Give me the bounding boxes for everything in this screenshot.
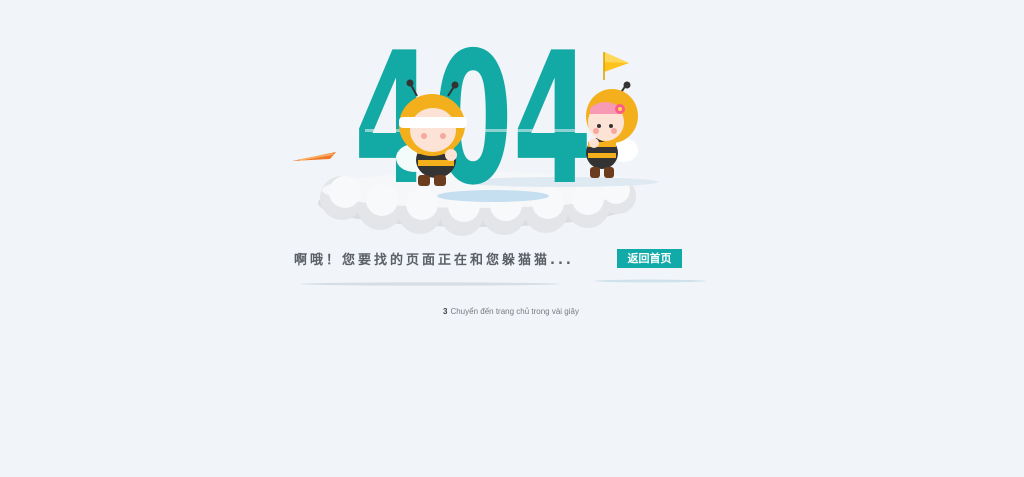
error-404-illustration: 404: [292, 13, 706, 286]
orange-streak-icon: [292, 152, 336, 161]
back-home-button[interactable]: 返回首页: [617, 249, 682, 268]
redirect-text: Chuyển đến trang chủ trong vài giây: [450, 307, 579, 316]
error-code-digits: 404: [354, 13, 597, 225]
error-message-row: 啊哦！您要找的页面正在和您躲猫猫...: [294, 247, 578, 269]
peeking-bee-icon: [586, 81, 638, 178]
redirect-notice: 3 Chuyển đến trang chủ trong vài giây: [443, 307, 579, 316]
error-message: 啊哦！您要找的页面正在和您躲猫猫...: [294, 252, 574, 268]
yellow-flag-icon: [603, 52, 629, 80]
countdown-number: 3: [443, 307, 448, 316]
underline-decoration: [300, 279, 706, 286]
error-code: 404: [354, 13, 592, 225]
error-page: 404 啊哦！您要找的页面正在和您躲猫猫... 返回首页 3 Chuyển đế…: [0, 0, 1024, 477]
